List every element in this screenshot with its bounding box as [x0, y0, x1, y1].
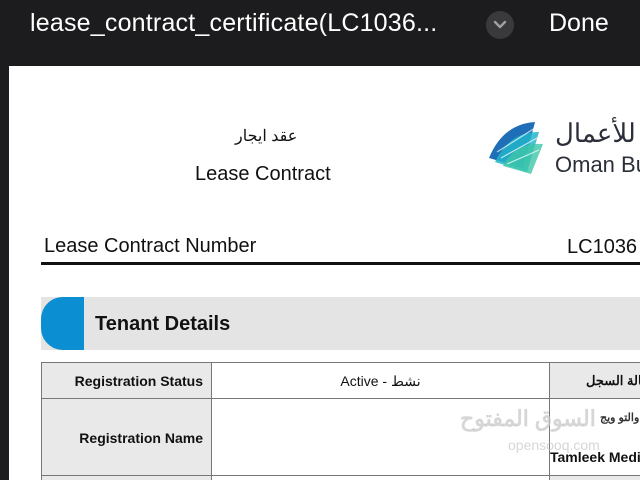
viewer-toolbar: lease_contract_certificate(LC1036... Don…: [0, 0, 640, 50]
table-cell-label: Registration Status: [42, 363, 212, 398]
divider: [41, 262, 640, 265]
table-cell-label-arabic: [549, 476, 640, 480]
table-row: Registration Status Active - نشط حالة ال…: [41, 362, 640, 399]
page-gutter: [0, 66, 9, 480]
chevron-down-icon: [493, 20, 507, 29]
table-cell-label: Registration Name: [42, 399, 212, 475]
document-title: Lease Contract: [195, 163, 331, 185]
title-menu-button[interactable]: [486, 11, 514, 39]
logo-text: Oman Bu: [555, 152, 640, 177]
registration-status-label-arabic: حالة السجل: [586, 373, 640, 388]
file-title[interactable]: lease_contract_certificate(LC1036...: [30, 9, 437, 38]
watermark-text: opensooq.com: [508, 437, 600, 453]
section-header: Tenant Details: [41, 297, 640, 350]
table-row: [41, 475, 640, 480]
oman-business-logo-icon: [489, 122, 543, 174]
registration-name-arabic: والتو ويج: [600, 412, 640, 424]
watermark-arabic: السوق المفتوح: [460, 406, 596, 431]
contract-number-label: Lease Contract Number: [44, 235, 257, 257]
registration-status-value: Active - نشط: [340, 373, 421, 389]
contract-number-value: LC1036: [567, 236, 638, 258]
logo-text-arabic: للأعمال: [555, 118, 636, 148]
table-cell-label-arabic: حالة السجل: [549, 363, 640, 398]
table-cell-value: [212, 476, 549, 480]
table-cell-value: Active - نشط: [212, 363, 549, 398]
registration-status-label: Registration Status: [74, 373, 203, 389]
section-title: Tenant Details: [95, 313, 231, 335]
done-button[interactable]: Done: [549, 9, 609, 38]
registration-name-label: Registration Name: [79, 430, 203, 446]
section-accent: [41, 297, 84, 350]
document-title-arabic: عقد ايجار: [235, 128, 298, 145]
table-cell-label: [42, 476, 212, 480]
